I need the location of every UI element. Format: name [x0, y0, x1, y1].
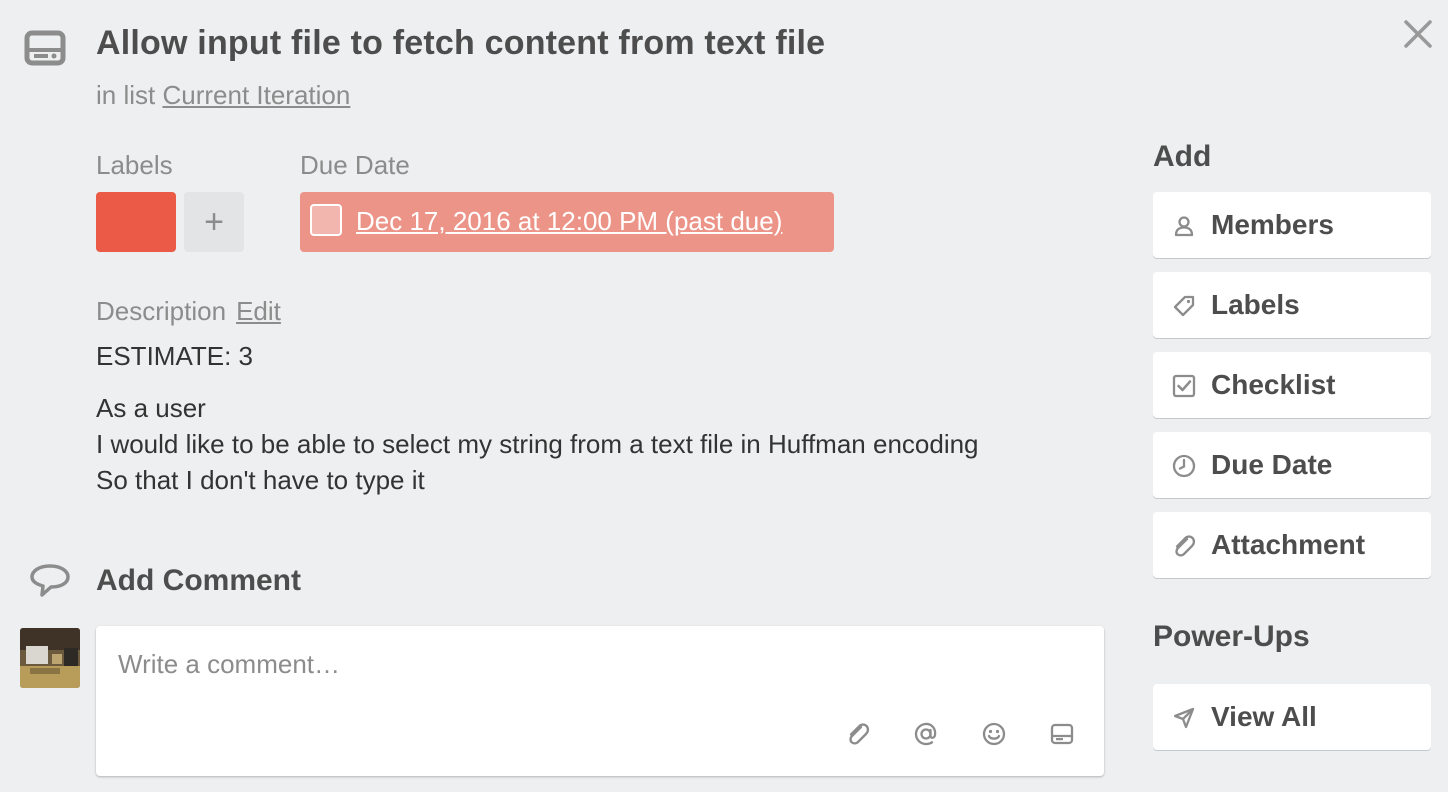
in-list-prefix: in list [96, 80, 156, 110]
due-date-heading: Due Date [300, 150, 410, 180]
label-chip-red[interactable] [96, 192, 176, 252]
description-line: So that I don't have to type it [96, 465, 425, 495]
avatar[interactable] [20, 628, 80, 688]
members-label: Members [1211, 209, 1334, 240]
add-comment-heading: Add Comment [96, 564, 301, 597]
card-icon [24, 30, 68, 68]
member-icon [1171, 213, 1197, 239]
comment-composer [96, 626, 1104, 776]
due-date-value[interactable]: Dec 17, 2016 at 12:00 PM (past due) [356, 206, 782, 237]
due-complete-checkbox[interactable] [310, 204, 342, 236]
at-sign-icon[interactable] [908, 716, 944, 752]
view-all-power-ups-button[interactable]: View All [1153, 684, 1431, 750]
due-date-badge[interactable]: Dec 17, 2016 at 12:00 PM (past due) [300, 192, 834, 252]
view-all-label: View All [1211, 701, 1317, 732]
rocket-icon [1171, 705, 1197, 731]
description-header: Description Edit [96, 296, 281, 327]
comment-input[interactable] [118, 644, 1078, 684]
labels-label: Labels [1211, 289, 1300, 320]
description-edit-link[interactable]: Edit [236, 296, 281, 326]
checklist-icon [1171, 373, 1197, 399]
checklist-label: Checklist [1211, 369, 1336, 400]
power-ups-heading: Power-Ups [1153, 620, 1310, 653]
card-icon[interactable] [1044, 716, 1080, 752]
card-list-info: in list Current Iteration [96, 80, 350, 111]
close-icon[interactable] [1398, 14, 1438, 54]
members-button[interactable]: Members [1153, 192, 1431, 258]
due-date-label: Due Date [1211, 449, 1333, 480]
emoji-icon[interactable] [976, 716, 1012, 752]
description-line: ESTIMATE: 3 [96, 341, 253, 371]
description-heading: Description [96, 296, 227, 326]
add-label-button[interactable]: + [184, 192, 244, 252]
description-line: As a user [96, 393, 206, 423]
due-date-button[interactable]: Due Date [1153, 432, 1431, 498]
labels-button[interactable]: Labels [1153, 272, 1431, 338]
label-tag-icon [1171, 293, 1197, 319]
attachment-label: Attachment [1211, 529, 1366, 560]
paperclip-icon [1171, 533, 1197, 559]
card-title[interactable]: Allow input file to fetch content from t… [96, 24, 825, 63]
labels-heading: Labels [96, 150, 173, 180]
checklist-button[interactable]: Checklist [1153, 352, 1431, 418]
list-link[interactable]: Current Iteration [162, 80, 350, 110]
speech-bubble-icon [28, 562, 72, 600]
attachment-button[interactable]: Attachment [1153, 512, 1431, 578]
add-heading: Add [1153, 140, 1212, 173]
description-line: I would like to be able to select my str… [96, 429, 979, 459]
paperclip-icon[interactable] [840, 716, 876, 752]
clock-icon [1171, 453, 1197, 479]
